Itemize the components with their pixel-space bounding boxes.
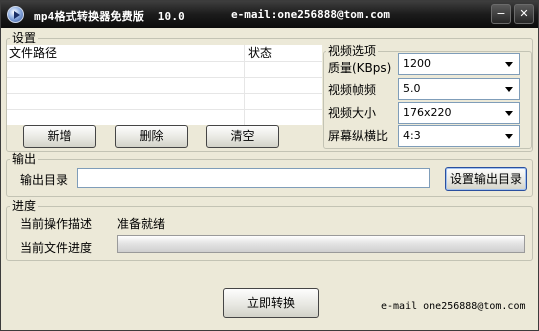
chevron-down-icon — [505, 87, 513, 92]
column-file-path[interactable]: 文件路径 — [9, 45, 57, 61]
video-size-value: 176x220 — [403, 106, 452, 119]
aspect-ratio-value: 4:3 — [403, 129, 421, 142]
title-email: e-mail:one256888@tom.com — [231, 8, 390, 21]
add-button[interactable]: 新增 — [23, 125, 96, 148]
progress-group-title: 进度 — [10, 199, 39, 213]
minimize-button[interactable]: − — [491, 4, 511, 24]
clear-button[interactable]: 清空 — [206, 125, 279, 148]
quality-label: 质量(KBps) — [328, 61, 392, 75]
list-row-divider — [7, 77, 322, 78]
current-file-label: 当前文件进度 — [20, 241, 93, 255]
current-op-value: 准备就绪 — [117, 217, 166, 231]
fps-value: 5.0 — [403, 82, 421, 95]
quality-select[interactable]: 1200 — [398, 53, 520, 75]
close-button[interactable]: ✕ — [514, 4, 534, 24]
aspect-ratio-label: 屏幕纵横比 — [328, 129, 389, 143]
video-size-select[interactable]: 176x220 — [398, 102, 520, 124]
app-window: mp4格式转换器免费版 10.0 e-mail:one256888@tom.co… — [0, 0, 539, 331]
column-status[interactable]: 状态 — [248, 45, 272, 61]
output-dir-label: 输出目录 — [20, 173, 69, 187]
output-group-title: 输出 — [10, 152, 39, 166]
list-row-divider — [7, 109, 322, 110]
output-dir-input[interactable] — [77, 168, 430, 188]
title-bar[interactable]: mp4格式转换器免费版 10.0 e-mail:one256888@tom.co… — [1, 1, 538, 28]
video-size-label: 视频大小 — [328, 106, 377, 120]
set-output-dir-button[interactable]: 设置输出目录 — [445, 167, 527, 191]
list-row-divider — [7, 61, 322, 62]
current-op-label: 当前操作描述 — [20, 217, 93, 231]
aspect-ratio-select[interactable]: 4:3 — [398, 125, 520, 147]
app-logo-icon — [7, 6, 24, 23]
chevron-down-icon — [505, 62, 513, 67]
chevron-down-icon — [505, 134, 513, 139]
file-list-header: 文件路径 状态 — [7, 45, 322, 61]
file-list[interactable]: 文件路径 状态 — [7, 45, 322, 125]
chevron-down-icon — [505, 111, 513, 116]
delete-button[interactable]: 删除 — [115, 125, 188, 148]
list-row-divider — [7, 93, 322, 94]
convert-now-button[interactable]: 立即转换 — [223, 288, 319, 318]
footer-email: e-mail one256888@tom.com — [381, 301, 526, 312]
fps-select[interactable]: 5.0 — [398, 78, 520, 100]
window-title: mp4格式转换器免费版 10.0 — [34, 10, 186, 23]
fps-label: 视频帧频 — [328, 83, 377, 97]
quality-value: 1200 — [403, 57, 431, 70]
file-progress-bar — [117, 235, 525, 253]
settings-group-title: 设置 — [10, 31, 39, 45]
list-column-divider — [244, 45, 245, 125]
video-options-title: 视频选项 — [326, 44, 379, 58]
